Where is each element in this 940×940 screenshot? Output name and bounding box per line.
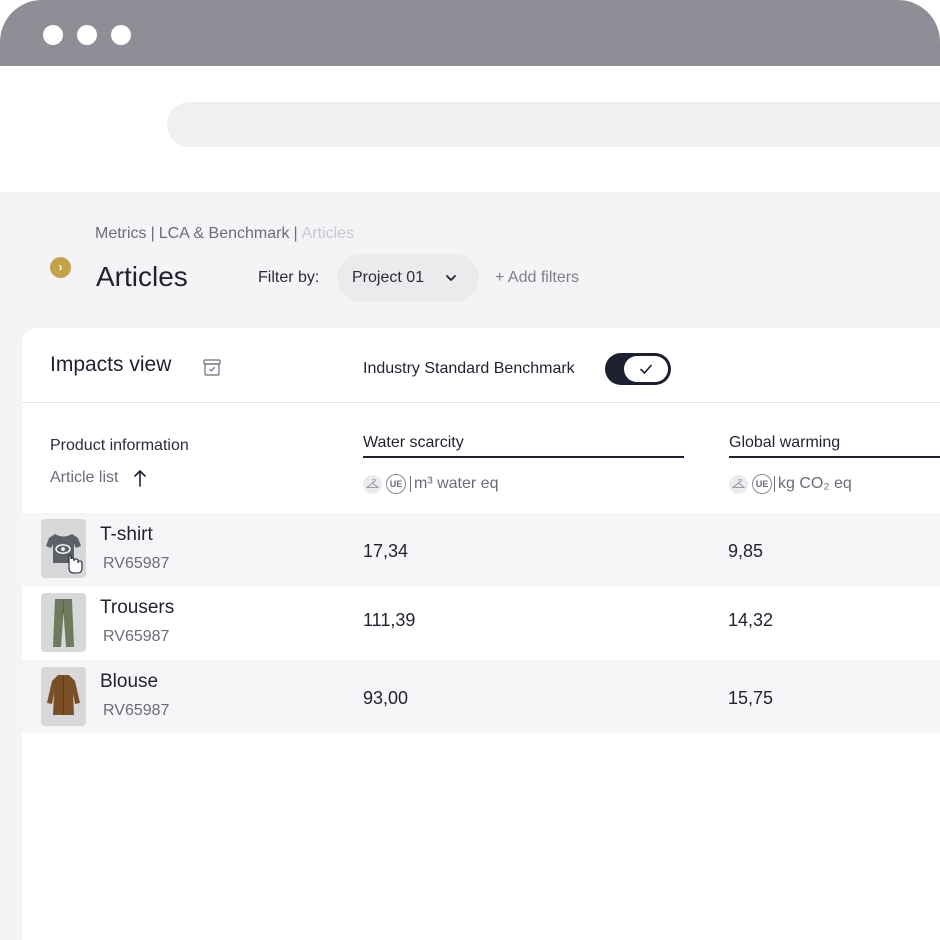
breadcrumb-separator: |: [150, 225, 155, 242]
window-close-dot[interactable]: [43, 25, 63, 45]
table-row[interactable]: T-shirt RV65987 17,34 9,85: [22, 513, 940, 586]
article-name[interactable]: Blouse: [100, 671, 158, 693]
table-row[interactable]: Trousers RV65987 111,39 14,32: [22, 586, 940, 659]
ue-badge-icon: UE: [752, 474, 772, 494]
article-code: RV65987: [103, 628, 170, 645]
page-title: Articles: [96, 261, 188, 292]
water-scarcity-value: 93,00: [363, 688, 409, 708]
chevron-down-icon: [446, 275, 456, 281]
breadcrumb-item-metrics[interactable]: Metrics: [95, 225, 147, 242]
metric-unit-water-scarcity: UE m³ water eq: [363, 474, 498, 494]
article-name[interactable]: Trousers: [100, 597, 174, 619]
address-bar[interactable]: [167, 102, 940, 147]
sort-ascending-icon[interactable]: [133, 469, 147, 487]
water-scarcity-value: 17,34: [363, 541, 409, 561]
breadcrumb: Metrics | LCA & Benchmark | Articles: [95, 225, 354, 243]
project-filter-dropdown[interactable]: Project 01: [337, 254, 479, 302]
product-information-header: Product information: [50, 437, 189, 454]
browser-toolbar: [0, 66, 940, 192]
hanger-icon: [729, 474, 748, 494]
article-name[interactable]: T-shirt: [100, 524, 153, 546]
window-minimize-dot[interactable]: [77, 25, 97, 45]
project-filter-value: Project 01: [352, 269, 425, 286]
app-content: Metrics | LCA & Benchmark | Articles › Artic…: [0, 192, 940, 940]
unit-separator: [410, 476, 411, 492]
article-code: RV65987: [103, 555, 170, 572]
unit-separator: [774, 476, 775, 492]
window-titlebar: [0, 0, 940, 66]
tshirt-image[interactable]: [41, 519, 86, 578]
impacts-view-title: Impacts view: [50, 353, 172, 376]
metric-header-water-scarcity[interactable]: Water scarcity: [363, 434, 464, 452]
metric-unit-text: kg CO₂ eq: [778, 475, 852, 492]
metric-unit-global-warming: UE kg CO₂ eq: [729, 474, 852, 494]
window-maximize-dot[interactable]: [111, 25, 131, 45]
trousers-image[interactable]: [41, 593, 86, 652]
impacts-card: Impacts view Industry Standard Benchmark…: [22, 328, 940, 940]
filter-label: Filter by:: [258, 269, 320, 286]
card-header: Impacts view Industry Standard Benchmark: [22, 328, 940, 403]
article-code: RV65987: [103, 702, 170, 719]
blouse-image[interactable]: [41, 667, 86, 726]
breadcrumb-current: Articles: [301, 225, 355, 242]
article-list-sort[interactable]: Article list: [50, 469, 118, 487]
breadcrumb-item-lca-benchmark[interactable]: LCA & Benchmark: [159, 225, 290, 242]
benchmark-toggle[interactable]: [605, 353, 671, 385]
water-scarcity-value: 111,39: [363, 610, 416, 630]
breadcrumb-separator: |: [293, 225, 298, 242]
metric-underline: [729, 456, 940, 458]
hanger-icon: [363, 474, 382, 494]
sidebar-expand-button[interactable]: ›: [50, 257, 71, 278]
chevron-right-icon: ›: [58, 260, 63, 274]
global-warming-value: 15,75: [728, 688, 774, 708]
check-icon: [640, 364, 652, 374]
global-warming-value: 14,32: [728, 610, 774, 630]
table-row[interactable]: Blouse RV65987 93,00 15,75: [22, 660, 940, 733]
add-filters-button[interactable]: + Add filters: [495, 269, 579, 287]
archive-icon[interactable]: [202, 357, 222, 377]
benchmark-label: Industry Standard Benchmark: [363, 360, 575, 377]
global-warming-value: 9,85: [728, 541, 764, 561]
metric-header-global-warming[interactable]: Global warming: [729, 434, 840, 452]
ue-badge-icon: UE: [386, 474, 406, 494]
metric-unit-text: m³ water eq: [414, 475, 499, 492]
metric-underline: [363, 456, 684, 458]
toggle-knob: [624, 356, 668, 382]
